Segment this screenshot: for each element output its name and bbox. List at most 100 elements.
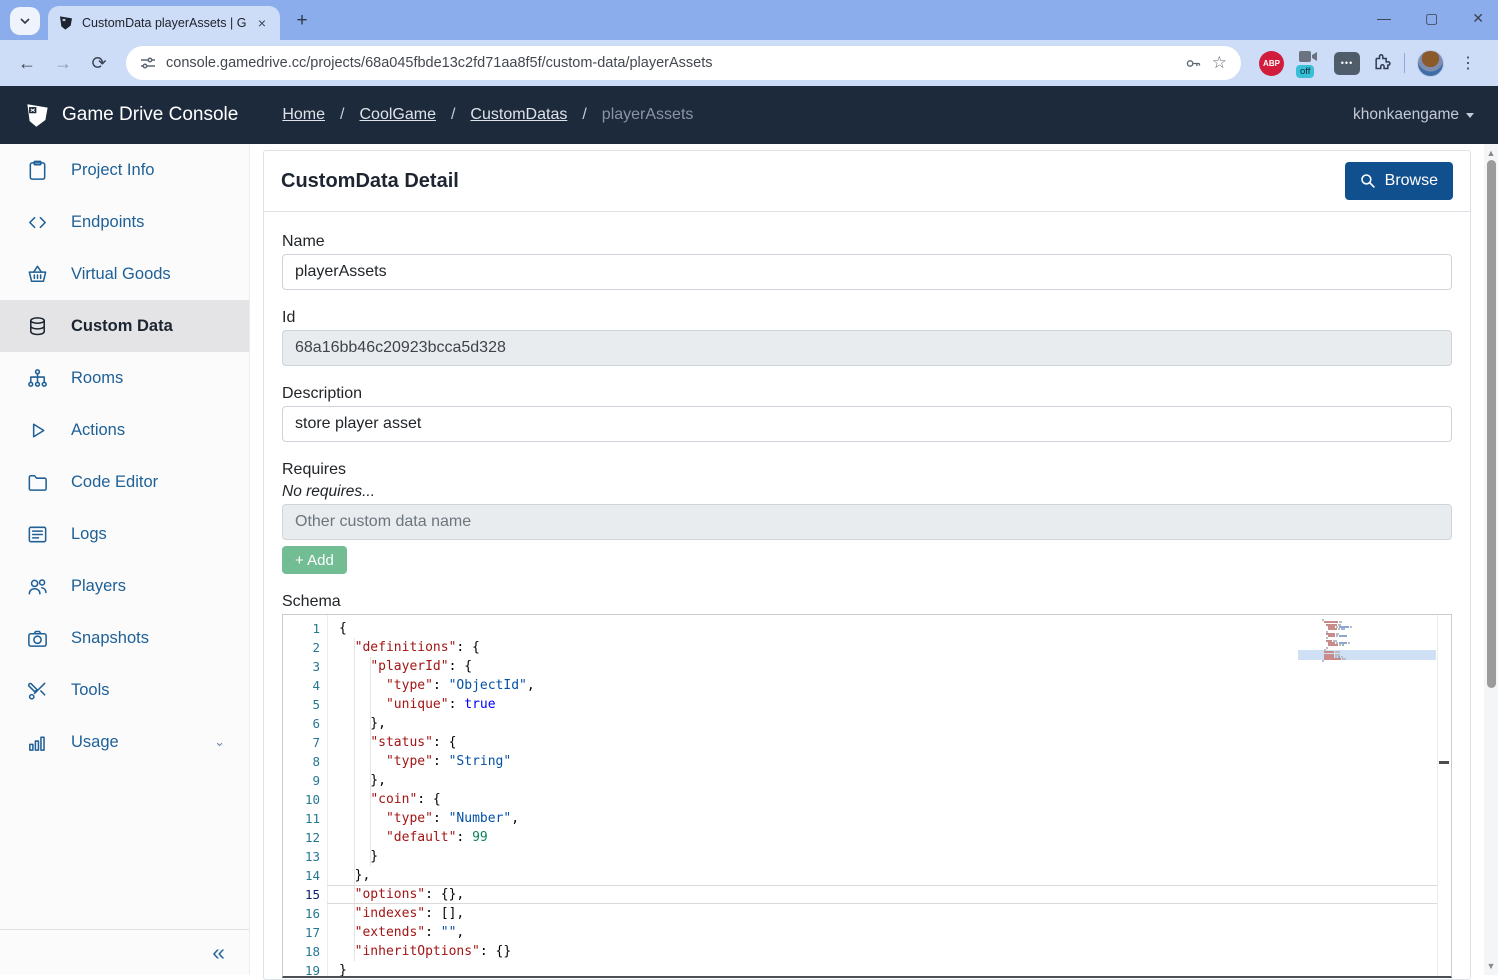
scrollbar-thumb[interactable] — [1487, 160, 1496, 688]
code-text: "indexes": [], — [320, 904, 464, 923]
minimap-line — [1326, 647, 1328, 649]
browser-toolbar: ← → ⟳ console.gamedrive.cc/projects/68a0… — [0, 40, 1498, 86]
sidebar-item-label: Tools — [71, 681, 110, 700]
code-line-9[interactable]: 9 }, — [283, 771, 1451, 790]
profile-avatar[interactable] — [1417, 50, 1444, 77]
code-text: "status": { — [320, 733, 456, 752]
sidebar-collapse-button[interactable]: « — [0, 929, 249, 975]
sidebar-item-tools[interactable]: Tools — [0, 664, 249, 716]
tab-close-icon[interactable]: × — [254, 15, 270, 31]
sidebar-item-virtual-goods[interactable]: Virtual Goods — [0, 248, 249, 300]
code-text: { — [320, 619, 347, 638]
code-line-15[interactable]: 15 "options": {}, — [283, 885, 1451, 904]
tools-icon — [26, 679, 49, 702]
new-tab-button[interactable]: + — [288, 7, 316, 35]
requires-input[interactable] — [282, 504, 1452, 540]
code-line-5[interactable]: 5 "unique": true — [283, 695, 1451, 714]
sidebar-item-project-info[interactable]: Project Info — [0, 144, 249, 196]
code-line-1[interactable]: 1{ — [283, 619, 1451, 638]
scrollbar-down-arrow[interactable]: ▼ — [1484, 961, 1498, 971]
line-number: 7 — [283, 733, 320, 752]
code-line-16[interactable]: 16 "indexes": [], — [283, 904, 1451, 923]
page-title: CustomData Detail — [281, 170, 459, 193]
sidebar-item-label: Logs — [71, 525, 107, 544]
browse-button[interactable]: Browse — [1345, 162, 1453, 200]
camera-off-extension-icon[interactable]: off — [1296, 50, 1322, 76]
address-bar[interactable]: console.gamedrive.cc/projects/68a045fbde… — [126, 46, 1241, 80]
code-line-18[interactable]: 18 "inheritOptions": {} — [283, 942, 1451, 961]
tab-search-button[interactable] — [10, 7, 40, 35]
browser-tab[interactable]: CustomData playerAssets | Gam × — [48, 6, 280, 40]
extensions-puzzle-icon[interactable] — [1372, 51, 1392, 76]
page-scrollbar[interactable]: ▲ ▼ — [1484, 144, 1498, 975]
code-text: "inheritOptions": {} — [320, 942, 511, 961]
code-line-19[interactable]: 19} — [283, 961, 1451, 978]
sidebar-item-players[interactable]: Players — [0, 560, 249, 612]
code-line-6[interactable]: 6 }, — [283, 714, 1451, 733]
line-number: 6 — [283, 714, 320, 733]
sidebar-item-usage[interactable]: Usage⌄ — [0, 716, 249, 768]
sidebar-item-label: Virtual Goods — [71, 265, 171, 284]
cursor-position-marker — [1439, 761, 1449, 764]
browser-titlebar: CustomData playerAssets | Gam × + — ▢ ✕ — [0, 0, 1498, 40]
window-minimize-button[interactable]: — — [1377, 10, 1391, 26]
id-label: Id — [282, 308, 1452, 327]
code-line-8[interactable]: 8 "type": "String" — [283, 752, 1451, 771]
dots-extension-icon[interactable]: ••• — [1334, 52, 1360, 75]
reload-button[interactable]: ⟳ — [82, 46, 116, 80]
sidebar-item-actions[interactable]: Actions — [0, 404, 249, 456]
adblock-extension-icon[interactable]: ABP — [1259, 51, 1284, 76]
browser-menu-icon[interactable]: ⋮ — [1456, 53, 1480, 73]
database-icon — [26, 315, 49, 338]
window-maximize-button[interactable]: ▢ — [1425, 10, 1438, 27]
line-number: 8 — [283, 752, 320, 771]
code-text: } — [320, 961, 347, 978]
breadcrumb: Home/CoolGame/CustomDatas/playerAssets — [282, 106, 693, 124]
window-close-button[interactable]: ✕ — [1472, 10, 1484, 27]
line-number: 15 — [283, 885, 320, 904]
description-input[interactable] — [282, 406, 1452, 442]
sitemap-icon — [26, 367, 49, 390]
sidebar: Project InfoEndpoints Virtual Goods Custom… — [0, 144, 250, 975]
code-icon — [26, 211, 49, 234]
key-icon[interactable] — [1185, 55, 1202, 72]
url-text[interactable]: console.gamedrive.cc/projects/68a045fbde… — [166, 55, 1175, 71]
tune-icon[interactable] — [140, 55, 156, 71]
minimap-line — [1328, 644, 1344, 646]
schema-code-editor[interactable]: 1{2 "definitions": {3 "playerId": {4 "ty… — [282, 614, 1452, 978]
breadcrumb-item-home[interactable]: Home — [282, 106, 325, 124]
sidebar-item-custom-data[interactable]: Custom Data — [0, 300, 249, 352]
scrollbar-up-arrow[interactable]: ▲ — [1484, 148, 1498, 158]
list-icon — [26, 523, 49, 546]
code-line-11[interactable]: 11 "type": "Number", — [283, 809, 1451, 828]
sidebar-item-label: Code Editor — [71, 473, 158, 492]
sidebar-item-logs[interactable]: Logs — [0, 508, 249, 560]
sidebar-item-endpoints[interactable]: Endpoints — [0, 196, 249, 248]
sidebar-item-code-editor[interactable]: Code Editor — [0, 456, 249, 508]
breadcrumb-item-customdatas[interactable]: CustomDatas — [470, 106, 567, 124]
code-line-14[interactable]: 14 }, — [283, 866, 1451, 885]
breadcrumb-item-coolgame[interactable]: CoolGame — [359, 106, 435, 124]
user-menu[interactable]: khonkaengame — [1353, 106, 1474, 124]
code-line-12[interactable]: 12 "default": 99 — [283, 828, 1451, 847]
sidebar-item-rooms[interactable]: Rooms — [0, 352, 249, 404]
code-line-7[interactable]: 7 "status": { — [283, 733, 1451, 752]
line-number: 3 — [283, 657, 320, 676]
editor-scrollbar[interactable] — [1437, 615, 1451, 976]
forward-button[interactable]: → — [46, 46, 80, 80]
code-line-13[interactable]: 13 } — [283, 847, 1451, 866]
editor-minimap[interactable] — [1318, 619, 1436, 969]
code-line-17[interactable]: 17 "extends": "", — [283, 923, 1451, 942]
back-button[interactable]: ← — [10, 46, 44, 80]
code-line-2[interactable]: 2 "definitions": { — [283, 638, 1451, 657]
code-line-3[interactable]: 3 "playerId": { — [283, 657, 1451, 676]
code-line-10[interactable]: 10 "coin": { — [283, 790, 1451, 809]
sidebar-item-snapshots[interactable]: Snapshots — [0, 612, 249, 664]
code-line-4[interactable]: 4 "type": "ObjectId", — [283, 676, 1451, 695]
star-icon[interactable]: ☆ — [1212, 53, 1227, 73]
app-brand[interactable]: Game Drive Console — [24, 102, 238, 129]
line-number: 13 — [283, 847, 320, 866]
name-input[interactable] — [282, 254, 1452, 290]
add-require-button[interactable]: + Add — [282, 546, 347, 574]
code-text: "default": 99 — [320, 828, 488, 847]
